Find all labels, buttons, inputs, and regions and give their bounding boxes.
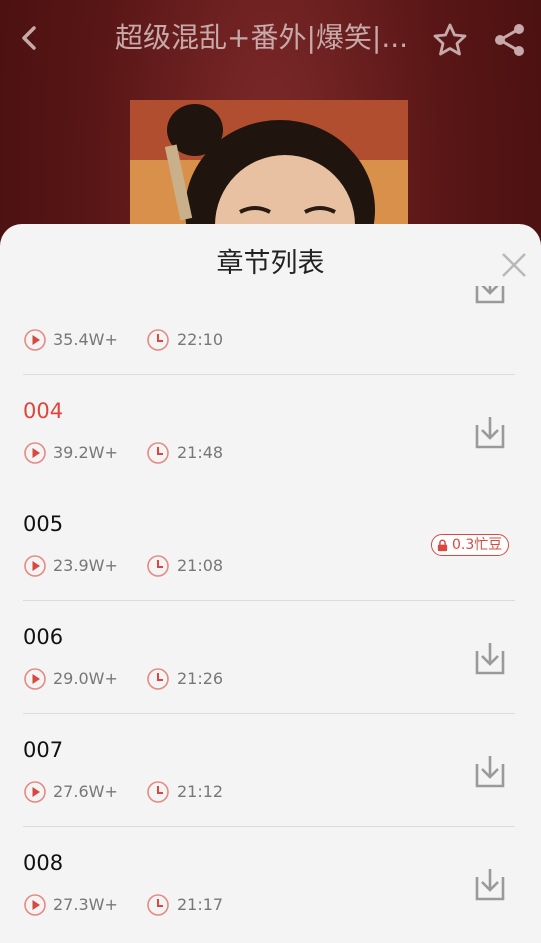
play-count: 35.4W+ [53, 330, 118, 349]
duration: 22:10 [177, 330, 224, 349]
download-icon [475, 643, 505, 675]
play-icon [24, 442, 46, 464]
chevron-left-icon [22, 26, 36, 50]
star-icon [433, 23, 467, 56]
episode-meta: 27.6W+ 21:12 [23, 780, 283, 804]
clock-icon [147, 555, 169, 577]
sheet-title: 章节列表 [216, 248, 325, 279]
chapter-list-sheet: 章节列表 35.4W+ 22:10 004 39.2W+ 21:48 005 2… [0, 224, 541, 943]
cover-illustration [130, 100, 408, 230]
download-button[interactable] [471, 754, 509, 790]
share-button[interactable] [492, 22, 528, 58]
download-icon [475, 869, 505, 901]
episode-name: 007 [23, 738, 64, 762]
episode-name: 008 [23, 851, 64, 875]
episode-meta: 27.3W+ 21:17 [23, 893, 283, 917]
play-count: 27.3W+ [53, 895, 118, 914]
favorite-button[interactable] [432, 22, 468, 58]
play-icon [24, 329, 46, 351]
top-bar: 超级混乱+番外|爆笑|... [0, 0, 541, 78]
play-icon [24, 894, 46, 916]
download-icon [475, 756, 505, 788]
episode-meta: 29.0W+ 21:26 [23, 667, 283, 691]
play-count: 23.9W+ [53, 556, 118, 575]
clock-icon [147, 781, 169, 803]
duration: 21:08 [177, 556, 224, 575]
play-icon [24, 555, 46, 577]
list-item[interactable]: 006 29.0W+ 21:26 [0, 601, 541, 714]
lock-icon [437, 539, 448, 551]
duration: 21:17 [177, 895, 224, 914]
list-item[interactable]: 35.4W+ 22:10 [0, 286, 541, 375]
play-count: 27.6W+ [53, 782, 118, 801]
download-button[interactable] [471, 641, 509, 677]
list-item[interactable]: 004 39.2W+ 21:48 [0, 375, 541, 488]
list-item[interactable]: 008 27.3W+ 21:17 [0, 827, 541, 940]
episode-meta: 23.9W+ 21:08 [23, 554, 283, 578]
paid-badge[interactable]: 0.3忙豆 [431, 534, 510, 556]
episode-name: 006 [23, 625, 64, 649]
album-cover [130, 100, 408, 230]
download-icon [475, 417, 505, 449]
clock-icon [147, 894, 169, 916]
list-item[interactable]: 005 23.9W+ 21:08 0.3忙豆 [0, 488, 541, 601]
duration: 21:26 [177, 669, 224, 688]
clock-icon [147, 442, 169, 464]
back-button[interactable] [12, 20, 48, 56]
album-title: 超级混乱+番外|爆笑|... [115, 21, 409, 54]
price-label: 0.3忙豆 [452, 537, 503, 553]
download-button[interactable] [471, 867, 509, 903]
duration: 21:12 [177, 782, 224, 801]
episode-name: 005 [23, 512, 64, 536]
close-button[interactable] [495, 246, 533, 284]
play-count: 39.2W+ [53, 443, 118, 462]
episode-name: 004 [23, 399, 64, 423]
download-icon [475, 286, 505, 304]
share-icon [495, 24, 524, 56]
close-icon [502, 253, 526, 277]
chapter-list[interactable]: 35.4W+ 22:10 004 39.2W+ 21:48 005 23.9W+… [0, 286, 541, 943]
play-icon [24, 781, 46, 803]
download-button[interactable] [471, 286, 509, 306]
clock-icon [147, 329, 169, 351]
episode-meta: 35.4W+ 22:10 [23, 328, 283, 352]
clock-icon [147, 668, 169, 690]
download-button[interactable] [471, 415, 509, 451]
play-count: 29.0W+ [53, 669, 118, 688]
duration: 21:48 [177, 443, 224, 462]
play-icon [24, 668, 46, 690]
episode-meta: 39.2W+ 21:48 [23, 441, 283, 465]
list-item[interactable]: 007 27.6W+ 21:12 [0, 714, 541, 827]
